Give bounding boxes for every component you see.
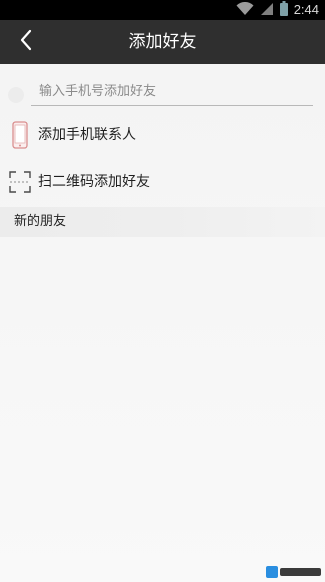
new-friends-header: 新的朋友 bbox=[0, 207, 325, 237]
title-bar: 添加好友 bbox=[0, 20, 325, 64]
status-time: 2:44 bbox=[293, 2, 319, 17]
page-title: 添加好友 bbox=[128, 32, 197, 52]
status-icons: 2:44 bbox=[236, 0, 319, 20]
watermark-badge-icon bbox=[266, 566, 278, 578]
phone-icon bbox=[9, 115, 31, 155]
back-button[interactable] bbox=[6, 20, 46, 64]
add-phone-contacts-label: 添加手机联系人 bbox=[38, 127, 136, 143]
content-area: 添加手机联系人 扫二维码添加好友 新的朋友 bbox=[0, 64, 325, 582]
watermark-logo bbox=[266, 565, 321, 579]
search-row bbox=[0, 72, 325, 108]
scan-qr-code-item[interactable]: 扫二维码添加好友 bbox=[0, 162, 325, 202]
new-friends-label: 新的朋友 bbox=[14, 214, 67, 229]
scan-icon bbox=[9, 162, 31, 202]
search-indicator-icon bbox=[8, 87, 24, 103]
add-phone-contacts-item[interactable]: 添加手机联系人 bbox=[0, 115, 325, 155]
chevron-left-icon bbox=[19, 29, 33, 55]
battery-icon bbox=[279, 0, 288, 20]
phone-search-input[interactable] bbox=[31, 78, 313, 106]
scan-qr-code-label: 扫二维码添加好友 bbox=[38, 174, 150, 190]
status-bar: 2:44 bbox=[0, 0, 325, 20]
watermark-bar bbox=[280, 568, 321, 576]
wifi-icon bbox=[236, 1, 254, 20]
signal-icon bbox=[260, 1, 274, 20]
